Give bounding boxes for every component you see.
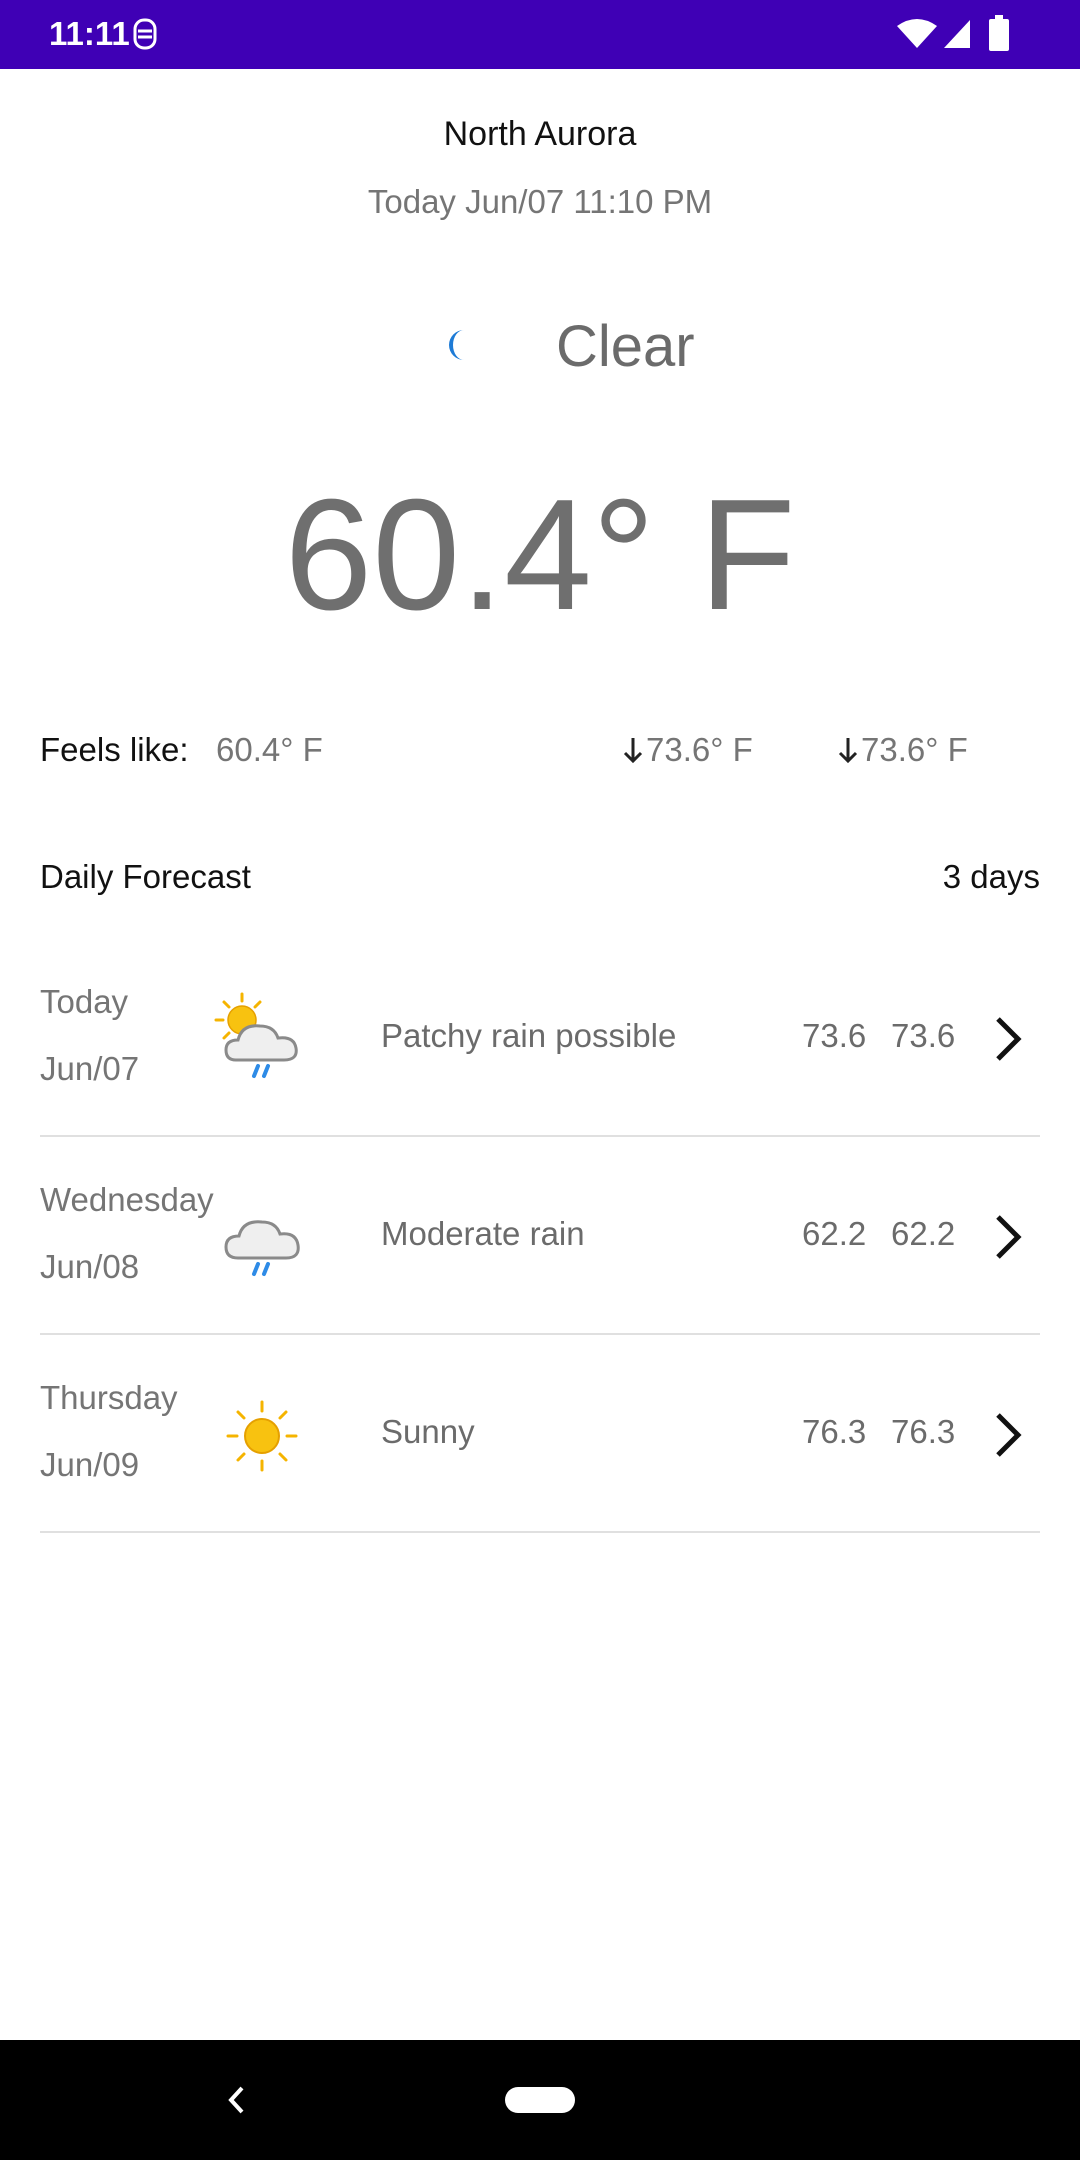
navigation-bar <box>0 2040 1080 2160</box>
chevron-right-icon[interactable] <box>990 1212 1024 1262</box>
location-name: North Aurora <box>443 115 637 153</box>
forecast-high: 76.3 <box>802 1413 867 1450</box>
forecast-description: Sunny <box>381 1413 475 1450</box>
feels-like-row: Feels like: 60.4° F 73.6° F 73.6° F <box>0 728 1080 772</box>
max-temperature-value: 73.6° F <box>861 731 968 768</box>
cloud-rain-icon <box>224 1220 300 1276</box>
forecast-high: 62.2 <box>802 1215 867 1252</box>
alert-icon <box>133 18 157 50</box>
moon-icon <box>449 330 464 360</box>
arrow-down-icon <box>838 738 858 764</box>
current-temperature: 60.4° F <box>284 467 796 643</box>
current-datetime: Today Jun/07 11:10 PM <box>367 183 713 220</box>
sun-icon <box>226 1400 298 1472</box>
forecast-low: 76.3 <box>891 1413 956 1450</box>
forecast-row-wednesday[interactable]: Wednesday Jun/08 Moderate rain 62.2 62.2 <box>40 1136 1040 1335</box>
forecast-description: Patchy rain possible <box>381 1017 677 1054</box>
forecast-high: 73.6 <box>802 1017 867 1054</box>
forecast-days-count: 3 days <box>942 858 1040 895</box>
forecast-date: Jun/07 <box>40 1050 140 1087</box>
min-temperature-value: 73.6° F <box>646 731 753 768</box>
forecast-title: Daily Forecast <box>40 858 251 895</box>
forecast-low: 62.2 <box>891 1215 956 1252</box>
forecast-day: Thursday <box>40 1379 178 1416</box>
home-pill-icon[interactable] <box>505 2087 575 2113</box>
wifi-icon <box>897 19 937 48</box>
arrow-down-icon <box>623 738 643 764</box>
min-temperature: 73.6° F <box>620 728 753 772</box>
chevron-right-icon[interactable] <box>990 1014 1024 1064</box>
chevron-right-icon[interactable] <box>990 1410 1024 1460</box>
forecast-description: Moderate rain <box>381 1215 585 1252</box>
back-icon[interactable] <box>222 2082 252 2118</box>
forecast-low: 73.6 <box>891 1017 956 1054</box>
current-condition: Clear <box>0 305 1080 385</box>
status-bar: 11:11 <box>0 0 1080 69</box>
forecast-day: Wednesday <box>40 1181 214 1218</box>
forecast-date: Jun/08 <box>40 1248 140 1285</box>
status-time: 11:11 <box>49 15 130 52</box>
battery-icon <box>989 15 1009 51</box>
max-temperature: 73.6° F <box>835 728 968 772</box>
forecast-date: Jun/09 <box>40 1446 140 1483</box>
partly-cloudy-rain-icon <box>214 992 298 1078</box>
forecast-row-today[interactable]: Today Jun/07 Patchy rain possible 73.6 7… <box>40 938 1040 1137</box>
feels-like-value: 60.4° F <box>216 731 323 768</box>
forecast-row-thursday[interactable]: Thursday Jun/09 Sunny 76.3 76.3 <box>40 1334 1040 1533</box>
condition-text: Clear <box>556 314 695 379</box>
forecast-header: Daily Forecast 3 days <box>0 855 1080 899</box>
signal-icon <box>944 20 970 48</box>
forecast-day: Today <box>40 983 129 1020</box>
feels-like-label: Feels like: <box>40 731 189 768</box>
